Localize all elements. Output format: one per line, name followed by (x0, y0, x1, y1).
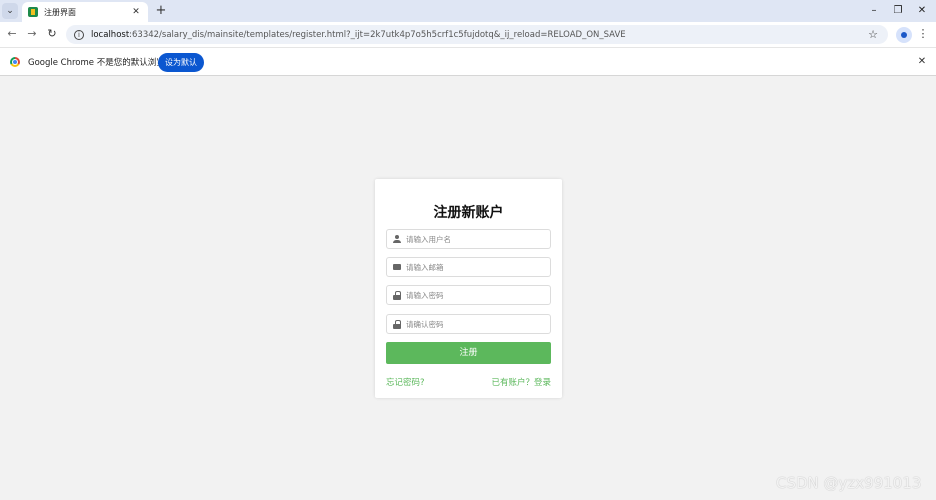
new-tab-plus-icon[interactable]: + (154, 3, 168, 19)
username-input[interactable] (406, 234, 546, 244)
back-arrow-icon[interactable]: ← (4, 26, 20, 42)
username-field[interactable] (386, 229, 551, 249)
page-title: 注册新账户 (433, 205, 504, 221)
email-field[interactable] (386, 257, 551, 277)
password-field[interactable] (386, 285, 551, 305)
login-link[interactable]: 已有账户？登录 (491, 376, 551, 388)
window-close-icon[interactable]: ✕ (912, 3, 932, 19)
password-input[interactable] (406, 290, 546, 300)
minimize-icon[interactable]: – (864, 3, 884, 19)
default-browser-infobar: Google Chrome 不是您的默认浏览器 设为默认 ✕ (0, 47, 936, 76)
register-button[interactable]: 注册 (386, 342, 551, 364)
site-info-icon[interactable]: i (74, 29, 84, 40)
favicon-icon (28, 7, 38, 17)
profile-avatar-icon[interactable] (896, 27, 912, 43)
infobar-message: Google Chrome 不是您的默认浏览器 (28, 58, 174, 68)
lock-icon (393, 320, 401, 329)
register-card: 注册新账户 注册 忘记密码? 已有账户？登录 (375, 179, 562, 398)
reload-icon[interactable]: ↻ (44, 26, 60, 42)
url-text[interactable]: localhost:63342/salary_dis/mainsite/temp… (91, 30, 866, 40)
watermark: CSDN @yzx991013 (776, 474, 922, 492)
chrome-logo-icon (10, 57, 20, 67)
tab-search-chevron-icon[interactable]: ⌄ (2, 3, 18, 19)
restore-icon[interactable]: ❐ (888, 3, 908, 19)
infobar-close-icon[interactable]: ✕ (916, 55, 928, 69)
lock-icon (393, 291, 401, 300)
set-default-button[interactable]: 设为默认 (158, 53, 204, 72)
tab-title: 注册界面 (44, 7, 76, 17)
user-icon (393, 235, 401, 243)
tab-register[interactable]: 注册界面 ✕ (22, 2, 148, 22)
tab-strip: ⌄ 注册界面 ✕ + – ❐ ✕ (0, 0, 936, 22)
email-input[interactable] (406, 262, 546, 272)
forward-arrow-icon[interactable]: → (24, 26, 40, 42)
address-bar[interactable]: i localhost:63342/salary_dis/mainsite/te… (66, 25, 888, 44)
bookmark-star-icon[interactable]: ☆ (866, 28, 880, 41)
confirm-password-field[interactable] (386, 314, 551, 334)
tab-close-icon[interactable]: ✕ (130, 7, 142, 17)
confirm-password-input[interactable] (406, 319, 546, 329)
envelope-icon (393, 264, 401, 270)
browser-toolbar: ← → ↻ i localhost:63342/salary_dis/mains… (0, 22, 936, 47)
forgot-password-link[interactable]: 忘记密码? (386, 376, 425, 388)
kebab-menu-icon[interactable]: ⋮ (916, 26, 930, 42)
